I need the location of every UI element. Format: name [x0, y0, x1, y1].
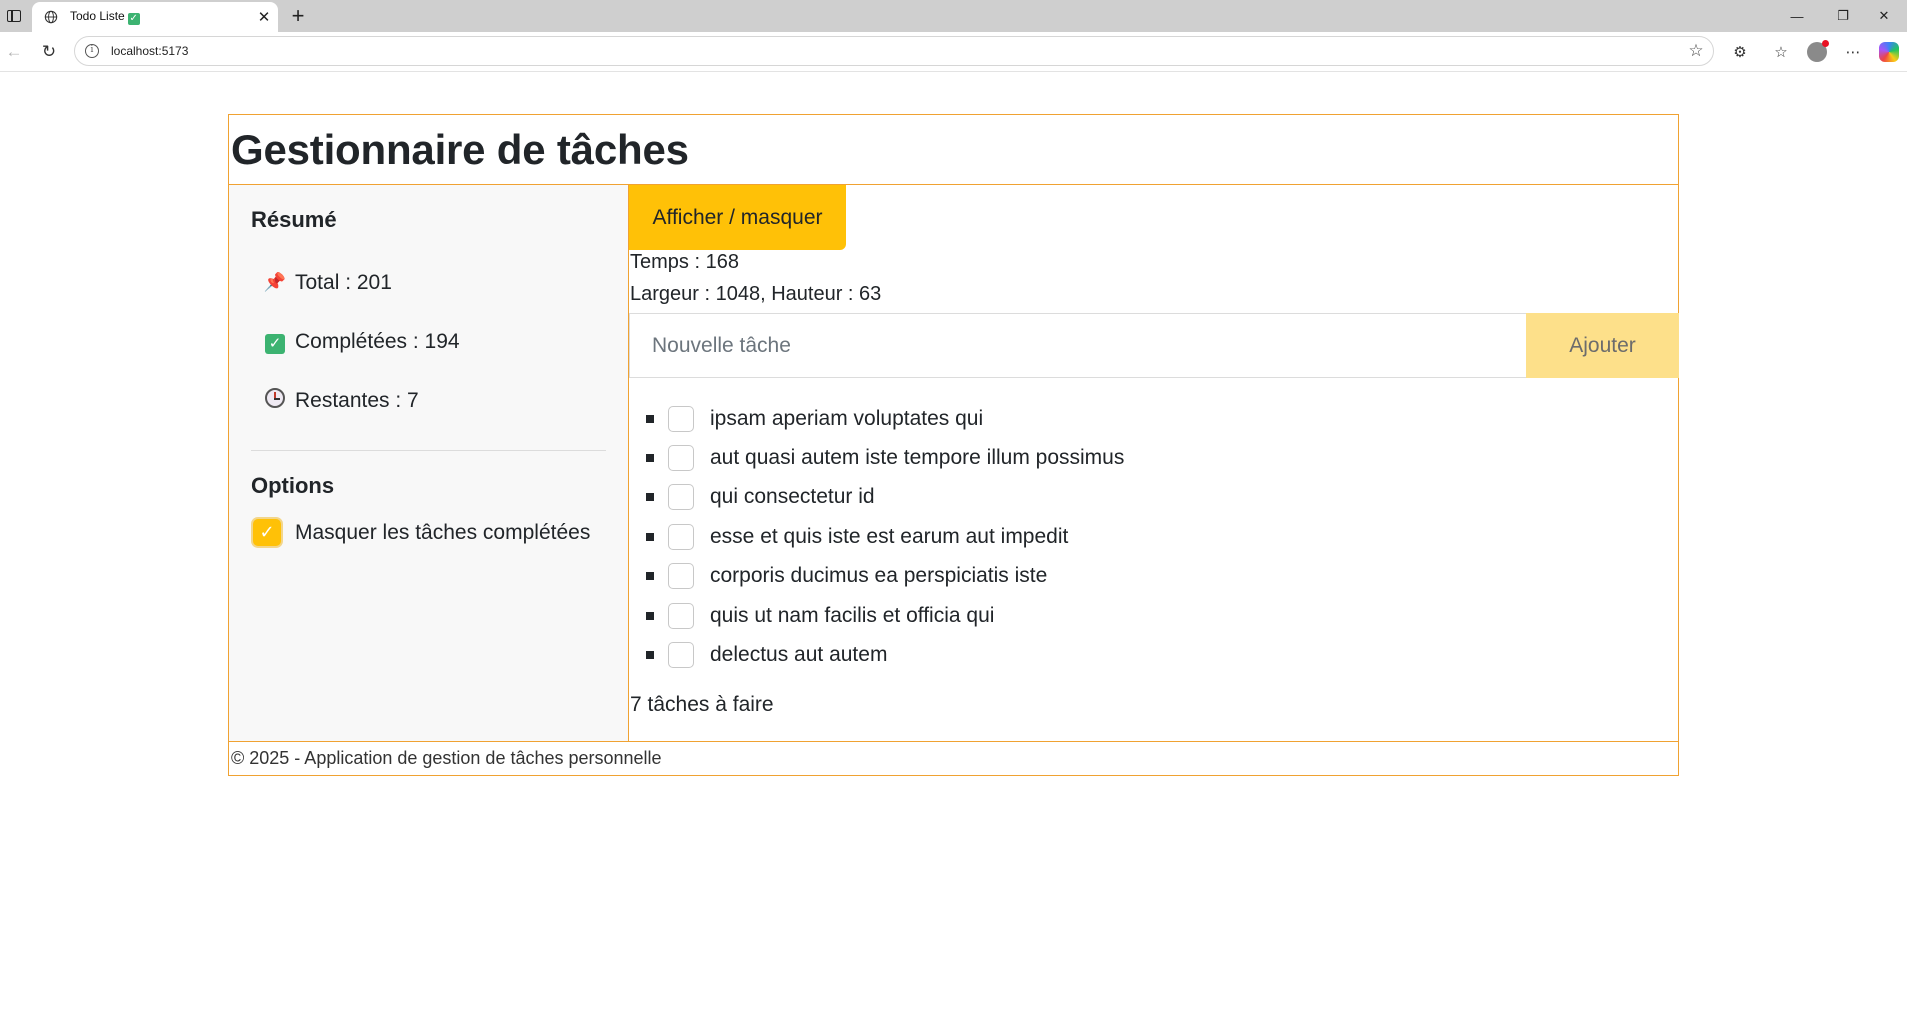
toggle-visibility-button[interactable]: Afficher / masquer	[629, 185, 846, 250]
new-task-form: Ajouter	[629, 313, 1679, 378]
back-arrow-icon[interactable]: ←	[0, 38, 28, 66]
time-readout: Temps : 168	[630, 251, 739, 273]
list-item: aut quasi autem iste tempore illum possi…	[646, 438, 1124, 477]
task-label: esse et quis iste est earum aut impedit	[710, 524, 1069, 548]
pushpin-icon: 📌	[263, 272, 287, 292]
task-checkbox[interactable]	[668, 642, 694, 669]
profile-icon[interactable]	[1802, 38, 1832, 66]
list-item: quis ut nam facilis et officia qui	[646, 596, 1124, 635]
sidebar: Résumé 📌 Total : 201 ✓ Complétées : 194 …	[229, 185, 629, 741]
check-emoji-icon: ✓	[127, 13, 140, 25]
address-bar: ← ↻ i localhost:5173 ☆ ⚙ ☆ ⋯	[0, 32, 1907, 72]
stat-completed-text: Complétées : 194	[295, 329, 460, 353]
new-tab-button[interactable]: +	[284, 2, 312, 30]
new-task-input[interactable]	[629, 313, 1526, 378]
list-item: qui consectetur id	[646, 478, 1124, 517]
more-icon[interactable]: ⋯	[1838, 38, 1868, 66]
task-checkbox[interactable]	[668, 484, 694, 511]
bullet-icon	[646, 611, 654, 620]
task-checkbox[interactable]	[668, 405, 694, 432]
add-task-button[interactable]: Ajouter	[1526, 313, 1679, 378]
list-item: corporis ducimus ea perspiciatis iste	[646, 557, 1124, 596]
bullet-icon	[646, 454, 654, 463]
task-list: ipsam aperiam voluptates qui aut quasi au…	[646, 399, 1124, 675]
task-label: qui consectetur id	[710, 485, 875, 509]
check-mark-icon: ✓	[263, 330, 287, 354]
list-item: delectus aut autem	[646, 635, 1124, 674]
hide-completed-checkbox[interactable]: ✓	[251, 517, 283, 548]
stat-remaining-text: Restantes : 7	[295, 388, 419, 412]
url-input[interactable]: i localhost:5173 ☆	[74, 36, 1714, 66]
hide-completed-label: Masquer les tâches complétées	[295, 520, 591, 544]
sidebar-toggle-icon[interactable]	[0, 0, 28, 32]
extensions-icon[interactable]: ⚙	[1725, 38, 1755, 66]
url-text: localhost:5173	[111, 44, 189, 58]
task-label: quis ut nam facilis et officia qui	[710, 603, 995, 627]
reload-icon[interactable]: ↻	[35, 38, 63, 66]
favorite-star-icon[interactable]: ☆	[1679, 41, 1713, 61]
footer-text: © 2025 - Application de gestion de tâche…	[231, 748, 662, 768]
restore-button[interactable]: ❐	[1820, 0, 1866, 32]
globe-icon	[44, 10, 58, 24]
stat-remaining: Restantes : 7	[251, 371, 606, 430]
tab-title: Todo Liste ✓	[70, 9, 140, 25]
task-label: corporis ducimus ea perspiciatis iste	[710, 564, 1048, 588]
favorites-icon[interactable]: ☆	[1766, 38, 1796, 66]
browser-tab[interactable]: Todo Liste ✓ ✕	[32, 2, 278, 32]
stat-total: 📌 Total : 201	[251, 253, 606, 312]
copilot-icon[interactable]	[1874, 38, 1904, 66]
bullet-icon	[646, 414, 654, 423]
list-item: esse et quis iste est earum aut impedit	[646, 517, 1124, 556]
close-window-button[interactable]: ✕	[1861, 0, 1907, 32]
sidebar-divider	[251, 450, 606, 451]
bullet-icon	[646, 572, 654, 581]
minimize-button[interactable]: —	[1774, 0, 1820, 32]
app-footer: © 2025 - Application de gestion de tâche…	[229, 742, 1678, 775]
options-heading: Options	[251, 473, 335, 498]
app-main: Résumé 📌 Total : 201 ✓ Complétées : 194 …	[229, 185, 1679, 742]
task-checkbox[interactable]	[668, 563, 694, 590]
stat-total-text: Total : 201	[295, 270, 392, 294]
clock-icon	[263, 387, 287, 414]
bullet-icon	[646, 532, 654, 541]
info-icon[interactable]: i	[85, 44, 99, 58]
task-checkbox[interactable]	[668, 602, 694, 629]
task-label: aut quasi autem iste tempore illum possi…	[710, 446, 1125, 470]
size-readout: Largeur : 1048, Hauteur : 63	[630, 283, 882, 305]
page-title: Gestionnaire de tâches	[231, 125, 689, 173]
task-panel: Afficher / masquer Temps : 168 Largeur :…	[629, 185, 1679, 741]
list-item: ipsam aperiam voluptates qui	[646, 399, 1124, 438]
task-checkbox[interactable]	[668, 445, 694, 472]
stat-completed: ✓ Complétées : 194	[251, 312, 606, 371]
summary-heading: Résumé	[251, 207, 337, 232]
browser-tab-bar: Todo Liste ✓ ✕ + — ❐ ✕	[0, 0, 1907, 32]
hide-completed-option[interactable]: ✓ Masquer les tâches complétées	[251, 517, 606, 548]
task-label: ipsam aperiam voluptates qui	[710, 406, 984, 430]
remaining-count: 7 tâches à faire	[630, 693, 774, 716]
task-checkbox[interactable]	[668, 523, 694, 550]
app-header: Gestionnaire de tâches	[229, 115, 1678, 185]
tab-close-icon[interactable]: ✕	[250, 8, 278, 26]
app-container: Gestionnaire de tâches Résumé 📌 Total : …	[228, 114, 1679, 776]
bullet-icon	[646, 651, 654, 660]
task-label: delectus aut autem	[710, 643, 888, 667]
bullet-icon	[646, 493, 654, 502]
